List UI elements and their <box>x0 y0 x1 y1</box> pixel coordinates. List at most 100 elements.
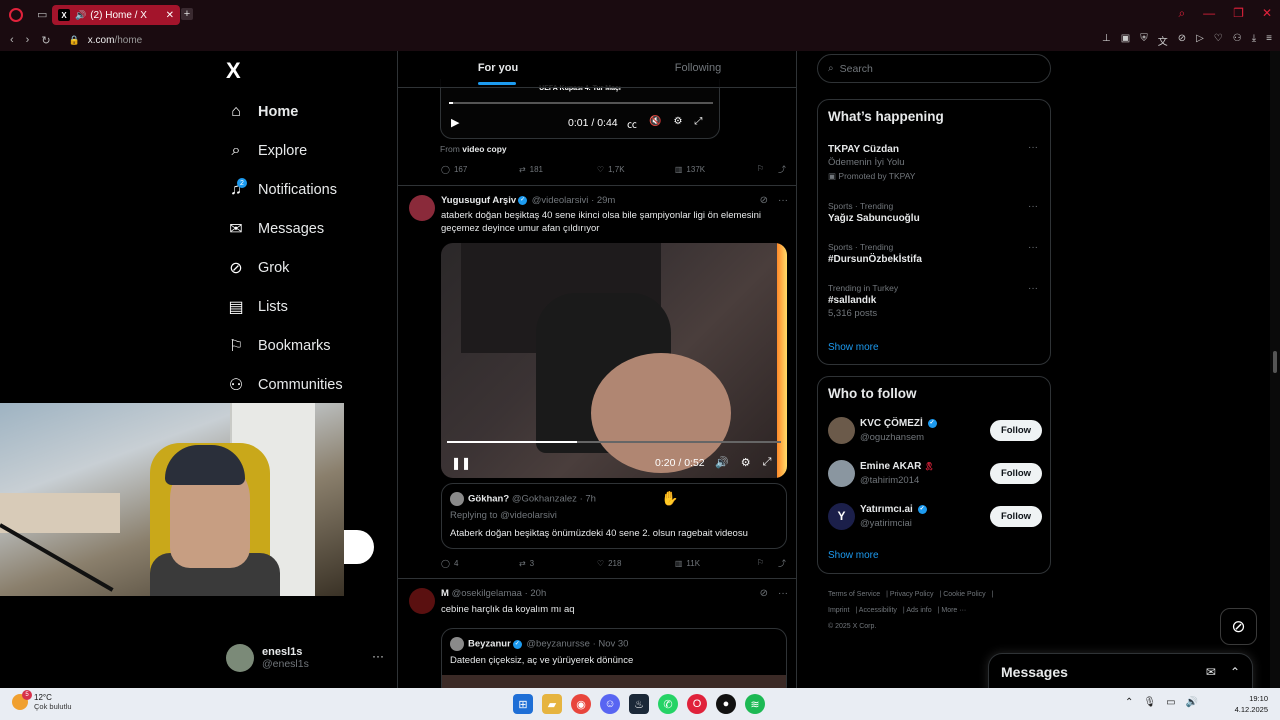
more-icon[interactable]: ··· <box>1028 201 1038 212</box>
expand-icon[interactable]: ⌃ <box>1230 665 1240 679</box>
account-switcher[interactable]: enesl1s @enesl1s ··· <box>226 643 386 673</box>
views-button[interactable]: ▥ 137K <box>675 164 757 175</box>
microphone-icon[interactable]: 🎙 <box>1143 697 1156 708</box>
settings-icon[interactable]: ⚙ <box>673 116 682 131</box>
search-tabs-icon[interactable]: ⌕ <box>1178 6 1185 21</box>
clock[interactable]: 19:10 4.12.2025 <box>1235 693 1268 715</box>
avatar[interactable]: Y <box>828 503 855 530</box>
discord-icon[interactable]: ☺ <box>600 694 620 714</box>
trend-item[interactable]: Sports · Trending Yağız Sabuncuoğlu ··· <box>828 201 1042 224</box>
epic-icon[interactable]: ● <box>716 694 736 714</box>
tweet-time[interactable]: · 29m <box>591 195 615 206</box>
volume-icon[interactable]: 🔊 <box>715 456 729 469</box>
fullscreen-icon[interactable]: ⤢ <box>694 116 702 131</box>
profile-icon[interactable]: ⚇ <box>1233 33 1242 48</box>
pin-icon[interactable]: ⊥ <box>1102 33 1111 48</box>
volume-icon[interactable]: 🔊 <box>1186 697 1198 708</box>
new-tab-button[interactable]: + <box>181 8 193 20</box>
translate-icon[interactable]: 文 <box>1158 33 1168 48</box>
captions-icon[interactable]: ㏄ <box>627 116 637 131</box>
grok-button[interactable]: ⊘ <box>1220 608 1257 645</box>
more-icon[interactable]: ··· <box>778 195 788 206</box>
url-field[interactable]: x.com/home <box>88 35 142 46</box>
source-link[interactable]: video copy <box>462 144 506 154</box>
video-progress[interactable] <box>449 102 713 104</box>
opera-logo-icon[interactable] <box>9 7 23 22</box>
sidebar-item-explore[interactable]: ⌕ Explore <box>226 131 343 170</box>
tab-close-icon[interactable]: ✕ <box>166 10 174 21</box>
quote-media[interactable] <box>442 675 786 688</box>
quoted-tweet[interactable]: Beyzanur ✓ @beyzanursse · Nov 30 Dateden … <box>441 628 787 688</box>
x-logo[interactable]: X <box>226 58 241 84</box>
tweet-author-name[interactable]: M <box>441 588 449 599</box>
reply-button[interactable]: ◯ 4 <box>441 558 519 569</box>
play-icon[interactable]: ▷ <box>1196 33 1204 48</box>
shield-icon[interactable]: ⛨ <box>1140 33 1148 48</box>
quoted-tweet[interactable]: Gökhan? @Gokhanzalez · 7h Replying to @v… <box>441 483 787 549</box>
fullscreen-icon[interactable]: ⤢ <box>763 456 772 469</box>
tab-following[interactable]: Following <box>598 51 796 87</box>
repost-button[interactable]: ⇄ 181 <box>519 164 597 175</box>
browser-tab[interactable]: X 🔊 (2) Home / X ✕ <box>52 5 180 25</box>
start-icon[interactable]: ⊞ <box>513 694 533 714</box>
video-player[interactable]: ❚❚ 0:20 / 0:52 🔊 ⚙ ⤢ <box>441 243 787 478</box>
follow-button[interactable]: Follow <box>990 463 1042 484</box>
repost-button[interactable]: ⇄ 3 <box>519 558 597 569</box>
chevron-up-icon[interactable]: ⌃ <box>1125 697 1133 708</box>
sidebar-item-grok[interactable]: ⊘ Grok <box>226 248 343 287</box>
sidebar-item-messages[interactable]: ✉ Messages <box>226 209 343 248</box>
lock-icon[interactable]: 🔒 <box>69 35 80 46</box>
steam-icon[interactable]: ♨ <box>629 694 649 714</box>
video-progress[interactable] <box>447 441 781 443</box>
avatar[interactable] <box>409 195 435 221</box>
more-icon[interactable]: ··· <box>1028 283 1038 294</box>
footer-link[interactable]: More ··· <box>941 607 966 614</box>
download-icon[interactable]: ⤓ <box>1252 33 1256 48</box>
share-icon[interactable]: ⤴ <box>778 558 786 569</box>
weather-widget[interactable]: 5 12°C Çok bulutlu <box>12 690 72 711</box>
menu-icon[interactable]: ≡ <box>1266 33 1272 48</box>
tweet-author-handle[interactable]: @videolarsivi <box>532 195 589 206</box>
follow-suggestion[interactable]: Y Yatırımcı.ai ✓ @yatirimciai Follow <box>828 503 1042 531</box>
follow-button[interactable]: Follow <box>990 506 1042 527</box>
search-input[interactable]: ⌕ Search <box>817 54 1051 83</box>
tab-islands-icon[interactable]: ▭ <box>37 8 47 21</box>
more-icon[interactable]: ··· <box>1028 242 1038 253</box>
file-explorer-icon[interactable]: ▰ <box>542 694 562 714</box>
sidebar-item-notifications[interactable]: ♫ 2 Notifications <box>226 170 343 209</box>
trend-item[interactable]: Trending in Turkey #sallandık 5,316 post… <box>828 283 1042 319</box>
settings-icon[interactable]: ⚙ <box>741 456 751 469</box>
avatar[interactable] <box>828 460 855 487</box>
snapshot-icon[interactable]: ▣ <box>1121 33 1130 48</box>
mute-icon[interactable]: 🔇 <box>649 116 661 131</box>
back-icon[interactable]: ‹ <box>10 34 14 47</box>
sidebar-item-bookmarks[interactable]: ⚐ Bookmarks <box>226 326 343 365</box>
follow-suggestion[interactable]: Emine AKAR 🎗 @tahirim2014 Follow <box>828 460 1042 488</box>
adblock-icon[interactable]: ⊘ <box>1178 33 1186 48</box>
footer-link[interactable]: Ads info <box>906 607 931 614</box>
chrome-icon[interactable]: ◉ <box>571 694 591 714</box>
footer-link[interactable]: Privacy Policy <box>890 591 934 598</box>
sidebar-item-communities[interactable]: ⚇ Communities <box>226 365 343 404</box>
tweet-author-name[interactable]: Yugusuguf Arşiv <box>441 195 516 206</box>
maximize-button[interactable]: ❐ <box>1233 6 1244 21</box>
heart-icon[interactable]: ♡ <box>1214 33 1223 48</box>
show-more-link[interactable]: Show more <box>828 342 879 353</box>
trend-item[interactable]: Sports · Trending #DursunÖzbekİstifa ··· <box>828 242 1042 265</box>
trend-item[interactable]: TKPAY Cüzdan Ödemenin İyi Yolu ▣ Promote… <box>828 142 1042 182</box>
speaker-icon[interactable]: 🔊 <box>75 10 86 21</box>
video-player[interactable]: UEFA Kupası 4. Tur Maçı ▶ 0:01 / 0:44 ㏄ … <box>440 79 720 139</box>
forward-icon[interactable]: › <box>26 34 30 47</box>
page-scrollbar[interactable] <box>1270 51 1280 688</box>
reload-icon[interactable]: ↻ <box>41 34 50 47</box>
like-button[interactable]: ♡ 218 <box>597 558 675 569</box>
footer-link[interactable]: Accessibility <box>859 607 897 614</box>
tweet-author-handle[interactable]: @osekilgelamaa <box>452 588 522 599</box>
network-icon[interactable]: ▭ <box>1166 697 1175 708</box>
more-icon[interactable]: ··· <box>1028 142 1038 153</box>
avatar[interactable] <box>409 588 435 614</box>
more-icon[interactable]: ··· <box>372 649 384 663</box>
share-icon[interactable]: ⤴ <box>778 164 786 175</box>
opera-gx-icon[interactable]: O <box>687 694 707 714</box>
follow-suggestion[interactable]: KVC ÇÖMEZİ ✓ @oguzhansem Follow <box>828 417 1042 445</box>
